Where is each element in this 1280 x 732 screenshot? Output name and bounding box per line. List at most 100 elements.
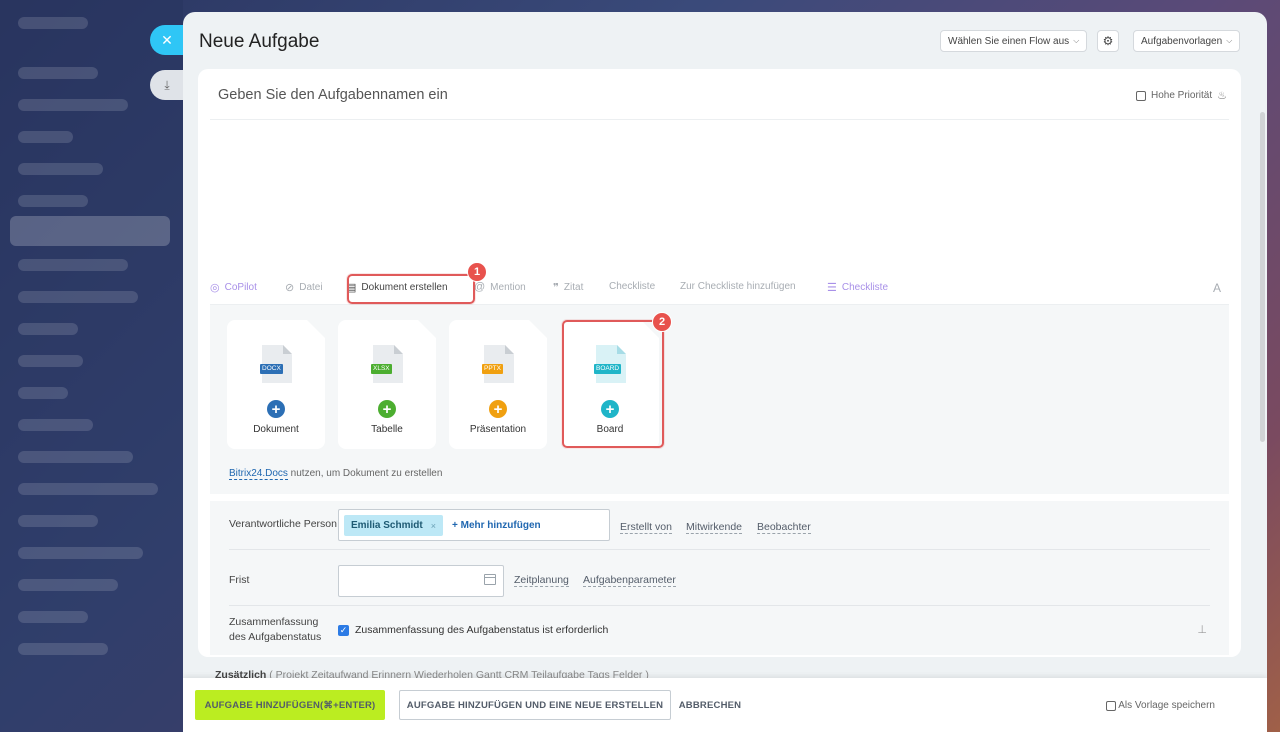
tile-fold: [307, 320, 325, 338]
doc-tile-dokument[interactable]: DOCX + Dokument: [227, 320, 325, 449]
copilot-icon: ◎: [210, 282, 220, 294]
responsible-field[interactable]: Emilia Schmidt × + Mehr hinzufügen: [338, 509, 610, 541]
checklist-label: Checkliste: [609, 281, 656, 292]
minimize-slider-button[interactable]: ⤓: [150, 70, 184, 100]
task-fields: Verantwortliche Person Emilia Schmidt × …: [210, 501, 1229, 655]
add-task-button[interactable]: AUFGABE HINZUFÜGEN(⌘+ENTER): [195, 690, 385, 720]
tile-label: Tabelle: [371, 424, 403, 435]
text-format-button[interactable]: A: [1213, 281, 1221, 295]
checklist-ai-button[interactable]: ☰ Checkliste: [827, 281, 888, 294]
high-priority-checkbox[interactable]: [1135, 90, 1146, 101]
paperclip-icon: ⊘: [285, 282, 295, 294]
calendar-icon[interactable]: [484, 574, 496, 585]
quote-button[interactable]: ❞ Zitat: [553, 281, 583, 294]
quote-icon: ❞: [553, 282, 559, 294]
bitrix-docs-link[interactable]: Bitrix24.Docs: [229, 468, 288, 480]
file-tag: PPTX: [482, 364, 503, 374]
xlsx-file-icon: XLSX: [371, 345, 403, 383]
file-tag: DOCX: [260, 364, 283, 374]
participants-link[interactable]: Mitwirkende: [686, 521, 743, 534]
templates-button[interactable]: Aufgabenvorlagen ⌵: [1133, 30, 1241, 52]
footer-bar: AUFGABE HINZUFÜGEN(⌘+ENTER) AUFGABE HINZ…: [183, 678, 1267, 732]
responsible-chip-name: Emilia Schmidt: [351, 520, 423, 531]
copilot-button[interactable]: ◎ CoPilot: [210, 281, 257, 294]
font-icon: A: [1212, 281, 1221, 295]
checklist-icon: ☰: [827, 282, 837, 294]
gear-icon: ⚙: [1102, 34, 1114, 48]
docs-note: Bitrix24.Docs nutzen, um Dokument zu ers…: [229, 468, 443, 480]
task-params-link[interactable]: Aufgabenparameter: [583, 574, 676, 587]
bg-sidebar-row: [18, 131, 73, 143]
bg-sidebar-row: [18, 547, 143, 559]
scrollbar[interactable]: [1260, 112, 1265, 442]
tile-fold: [529, 320, 547, 338]
tile-label: Dokument: [253, 424, 299, 435]
responsible-label: Verantwortliche Person: [229, 518, 337, 530]
templates-label: Aufgabenvorlagen: [1141, 35, 1223, 47]
bg-sidebar-row: [10, 216, 170, 246]
add-to-checklist-button[interactable]: Zur Checkliste hinzufügen: [680, 281, 796, 292]
pin-icon[interactable]: ⊥: [1197, 623, 1207, 636]
deadline-input[interactable]: [338, 565, 504, 597]
file-tag: XLSX: [371, 364, 392, 374]
scheduling-link[interactable]: Zeitplanung: [514, 574, 569, 587]
summary-required-checkbox[interactable]: ✓: [338, 625, 349, 636]
minimize-icon: ⤓: [164, 77, 170, 92]
save-as-template-checkbox[interactable]: [1106, 700, 1117, 711]
doc-tile-tabelle[interactable]: XLSX + Tabelle: [338, 320, 436, 449]
checklist-button[interactable]: Checkliste: [609, 281, 655, 292]
chevron-down-icon: ⌵: [1226, 36, 1233, 45]
divider: [229, 605, 1210, 606]
bg-sidebar-row: [18, 387, 68, 399]
at-icon: @: [474, 281, 486, 293]
bg-sidebar-row: [18, 515, 98, 527]
annotation-badge-2: 2: [652, 312, 672, 332]
document-type-panel: DOCX + Dokument XLSX + Tabelle PPTX + Pr…: [210, 305, 1229, 494]
high-priority-toggle[interactable]: Hohe Priorität ♨: [1135, 89, 1227, 102]
created-by-link[interactable]: Erstellt von: [620, 521, 672, 534]
divider: [210, 119, 1229, 120]
background-sidebar: [0, 0, 183, 732]
task-create-slider: Neue Aufgabe Wählen Sie einen Flow aus ⌵…: [183, 12, 1267, 732]
page-title: Neue Aufgabe: [199, 31, 320, 52]
responsible-chip: Emilia Schmidt ×: [344, 515, 443, 536]
flow-select-label: Wählen Sie einen Flow aus: [948, 35, 1070, 47]
mention-label: Mention: [490, 281, 526, 293]
close-slider-button[interactable]: ✕: [150, 25, 184, 55]
remove-chip-icon[interactable]: ×: [431, 521, 436, 531]
summary-required-label: Zusammenfassung des Aufgabenstatus ist e…: [355, 624, 609, 636]
bg-sidebar-row: [18, 259, 128, 271]
bg-sidebar-row: [18, 611, 88, 623]
annotation-badge-1: 1: [467, 262, 487, 282]
highlight-board-tile: [562, 320, 664, 448]
settings-button[interactable]: ⚙: [1097, 30, 1119, 52]
bg-sidebar-row: [18, 291, 138, 303]
doc-tile-praesentation[interactable]: PPTX + Präsentation: [449, 320, 547, 449]
observers-link[interactable]: Beobachter: [757, 521, 811, 534]
copilot-label: CoPilot: [224, 282, 257, 293]
bg-sidebar-row: [18, 355, 83, 367]
docs-note-text: nutzen, um Dokument zu erstellen: [287, 468, 443, 479]
tile-fold: [418, 320, 436, 338]
close-icon: ✕: [161, 31, 173, 48]
bg-sidebar-row: [18, 17, 88, 29]
pptx-file-icon: PPTX: [482, 345, 514, 383]
flow-select[interactable]: Wählen Sie einen Flow aus ⌵: [940, 30, 1088, 52]
file-button[interactable]: ⊘ Datei: [285, 281, 323, 294]
bg-sidebar-row: [18, 419, 93, 431]
add-more-link[interactable]: + Mehr hinzufügen: [452, 520, 541, 531]
docx-file-icon: DOCX: [260, 345, 292, 383]
add-to-checklist-label: Zur Checkliste hinzufügen: [680, 281, 796, 292]
bg-sidebar-row: [18, 483, 158, 495]
bg-sidebar-row: [18, 67, 98, 79]
cancel-button[interactable]: ABBRECHEN: [679, 690, 741, 720]
chevron-down-icon: ⌵: [1073, 36, 1080, 45]
file-label: Datei: [299, 282, 323, 293]
task-title-input[interactable]: Geben Sie den Aufgabennamen ein: [218, 87, 448, 103]
add-and-new-button[interactable]: AUFGABE HINZUFÜGEN UND EINE NEUE ERSTELL…: [399, 690, 671, 720]
bg-sidebar-row: [18, 195, 88, 207]
mention-button[interactable]: @ Mention: [474, 281, 526, 293]
quote-label: Zitat: [563, 282, 584, 293]
flame-icon: ♨: [1217, 90, 1227, 102]
save-as-template-toggle[interactable]: Als Vorlage speichern: [1106, 700, 1215, 711]
